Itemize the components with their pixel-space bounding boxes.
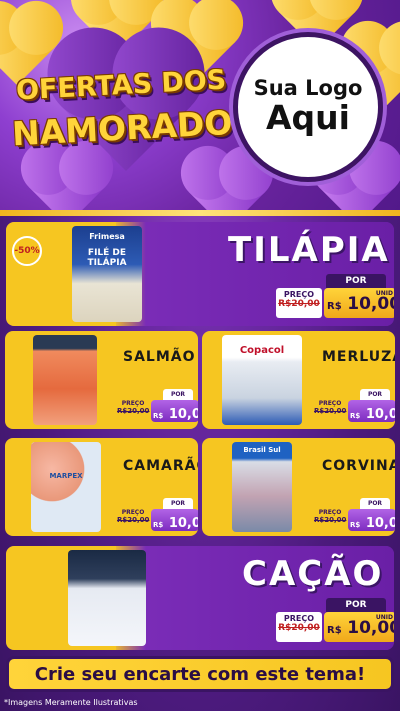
product-name: MERLUZA	[322, 349, 395, 365]
logo-text-line2: Aqui	[266, 98, 350, 138]
product-name: SALMÃO	[123, 349, 196, 365]
product-card-merluza: Copacol MERLUZA POR PREÇO R$20,00 R$ 10,…	[202, 331, 395, 429]
flyer-page: OFERTAS DOS NAMORADOS Sua Logo Aqui Frim…	[0, 0, 400, 711]
discount-badge: -50%	[12, 236, 42, 266]
product-card-camarao: MARPEX CAMARÃO POR PREÇO R$20,00 R$ 10,0…	[5, 438, 198, 536]
logo-placeholder: Sua Logo Aqui	[233, 32, 383, 182]
header-banner: OFERTAS DOS NAMORADOS Sua Logo Aqui	[0, 0, 400, 210]
product-name: CAMARÃO	[123, 458, 198, 474]
product-name: CORVINA	[322, 458, 395, 474]
product-name: TILÁPIA	[228, 230, 390, 270]
product-card-cacao: CAÇÃO POR PREÇO R$20,00 R$ 10,00 UNID	[6, 546, 394, 650]
cta-text: Crie seu encarte com este tema!	[34, 663, 366, 685]
divider	[0, 210, 400, 216]
product-card-salmao: SALMÃO POR PREÇO R$20,00 R$ 10,00	[5, 331, 198, 429]
logo-text-line1: Sua Logo	[253, 76, 363, 101]
product-image-cacao	[68, 550, 146, 646]
product-card-corvina: Brasil Sul CORVINA POR PREÇO R$20,00 R$ …	[202, 438, 395, 536]
product-name: CAÇÃO	[242, 554, 384, 594]
product-image-tilapia: Frimesa FILÉ DE TILÁPIA	[72, 226, 142, 322]
product-image-corvina: Brasil Sul	[232, 442, 292, 532]
disclaimer: *Imagens Meramente Ilustrativas	[4, 698, 138, 707]
cta-banner[interactable]: Crie seu encarte com este tema!	[6, 656, 394, 692]
product-image-merluza: Copacol	[222, 335, 302, 425]
product-image-salmao	[33, 335, 97, 425]
product-card-tilapia: Frimesa FILÉ DE TILÁPIA TILÁPIA POR PREÇ…	[6, 222, 394, 326]
product-image-camarao: MARPEX	[31, 442, 101, 532]
